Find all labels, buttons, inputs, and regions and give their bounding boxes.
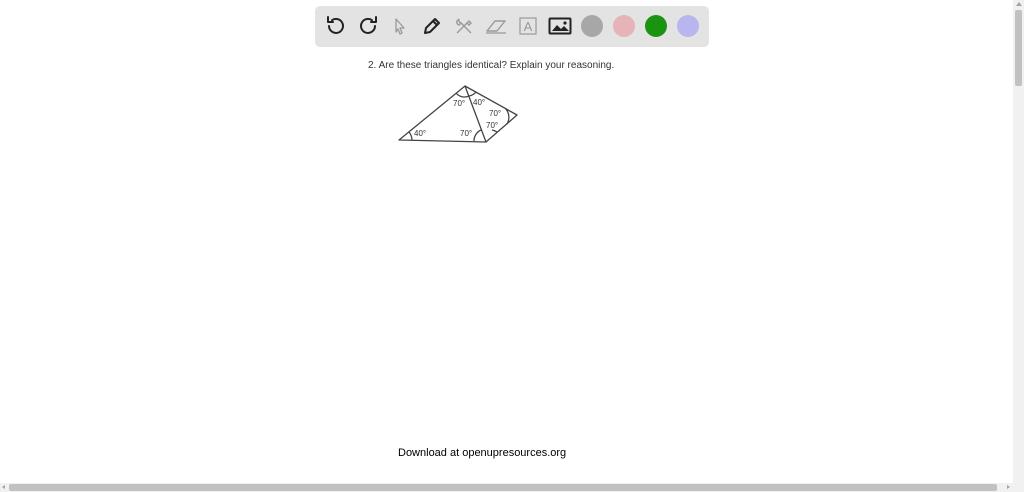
- triangles-figure: 70° 40° 70° 70° 40° 70°: [398, 85, 518, 143]
- select-tool-button[interactable]: [384, 10, 416, 42]
- undo-button[interactable]: [320, 10, 352, 42]
- text-box-icon: A: [519, 17, 537, 35]
- angle-label-bottom-left: 40°: [414, 129, 426, 138]
- eraser-icon: [486, 20, 506, 34]
- tools-button[interactable]: [448, 10, 480, 42]
- color-swatch-lavender[interactable]: [677, 15, 699, 37]
- eraser-tool-button[interactable]: [480, 10, 512, 42]
- redo-button[interactable]: [352, 10, 384, 42]
- text-tool-button[interactable]: A: [512, 10, 544, 42]
- color-swatch-pink[interactable]: [613, 15, 635, 37]
- image-tool-button[interactable]: [544, 10, 576, 42]
- text-tool-glyph: A: [524, 19, 533, 34]
- pen-tool-button[interactable]: [416, 10, 448, 42]
- drawing-toolbar: A: [315, 6, 709, 47]
- image-icon: [548, 17, 572, 35]
- color-swatch-green[interactable]: [645, 15, 667, 37]
- color-swatch-gray[interactable]: [581, 15, 603, 37]
- scroll-up-arrow-icon[interactable]: [1016, 2, 1022, 6]
- horizontal-scroll-thumb[interactable]: [9, 484, 997, 491]
- angle-label-bottom-middle: 70°: [460, 129, 472, 138]
- pen-icon: [424, 18, 440, 34]
- vertical-scrollbar[interactable]: [1013, 0, 1024, 483]
- scroll-left-arrow-icon[interactable]: [2, 485, 5, 489]
- undo-icon: [327, 16, 344, 34]
- horizontal-scrollbar[interactable]: [0, 483, 1024, 492]
- angle-label-top-left: 70°: [453, 99, 465, 108]
- scroll-right-arrow-icon[interactable]: [1007, 485, 1010, 489]
- angle-label-right-lower: 70°: [486, 121, 498, 130]
- vertical-scroll-thumb[interactable]: [1015, 10, 1022, 86]
- redo-icon: [360, 16, 377, 34]
- angle-label-top-right: 40°: [473, 98, 485, 107]
- cursor-arrow-icon: [395, 18, 405, 35]
- worksheet-question: 2. Are these triangles identical? Explai…: [368, 60, 615, 71]
- hammer-wrench-icon: [456, 18, 472, 34]
- download-footer: Download at openupresources.org: [398, 447, 567, 459]
- angle-label-right-upper: 70°: [489, 109, 501, 118]
